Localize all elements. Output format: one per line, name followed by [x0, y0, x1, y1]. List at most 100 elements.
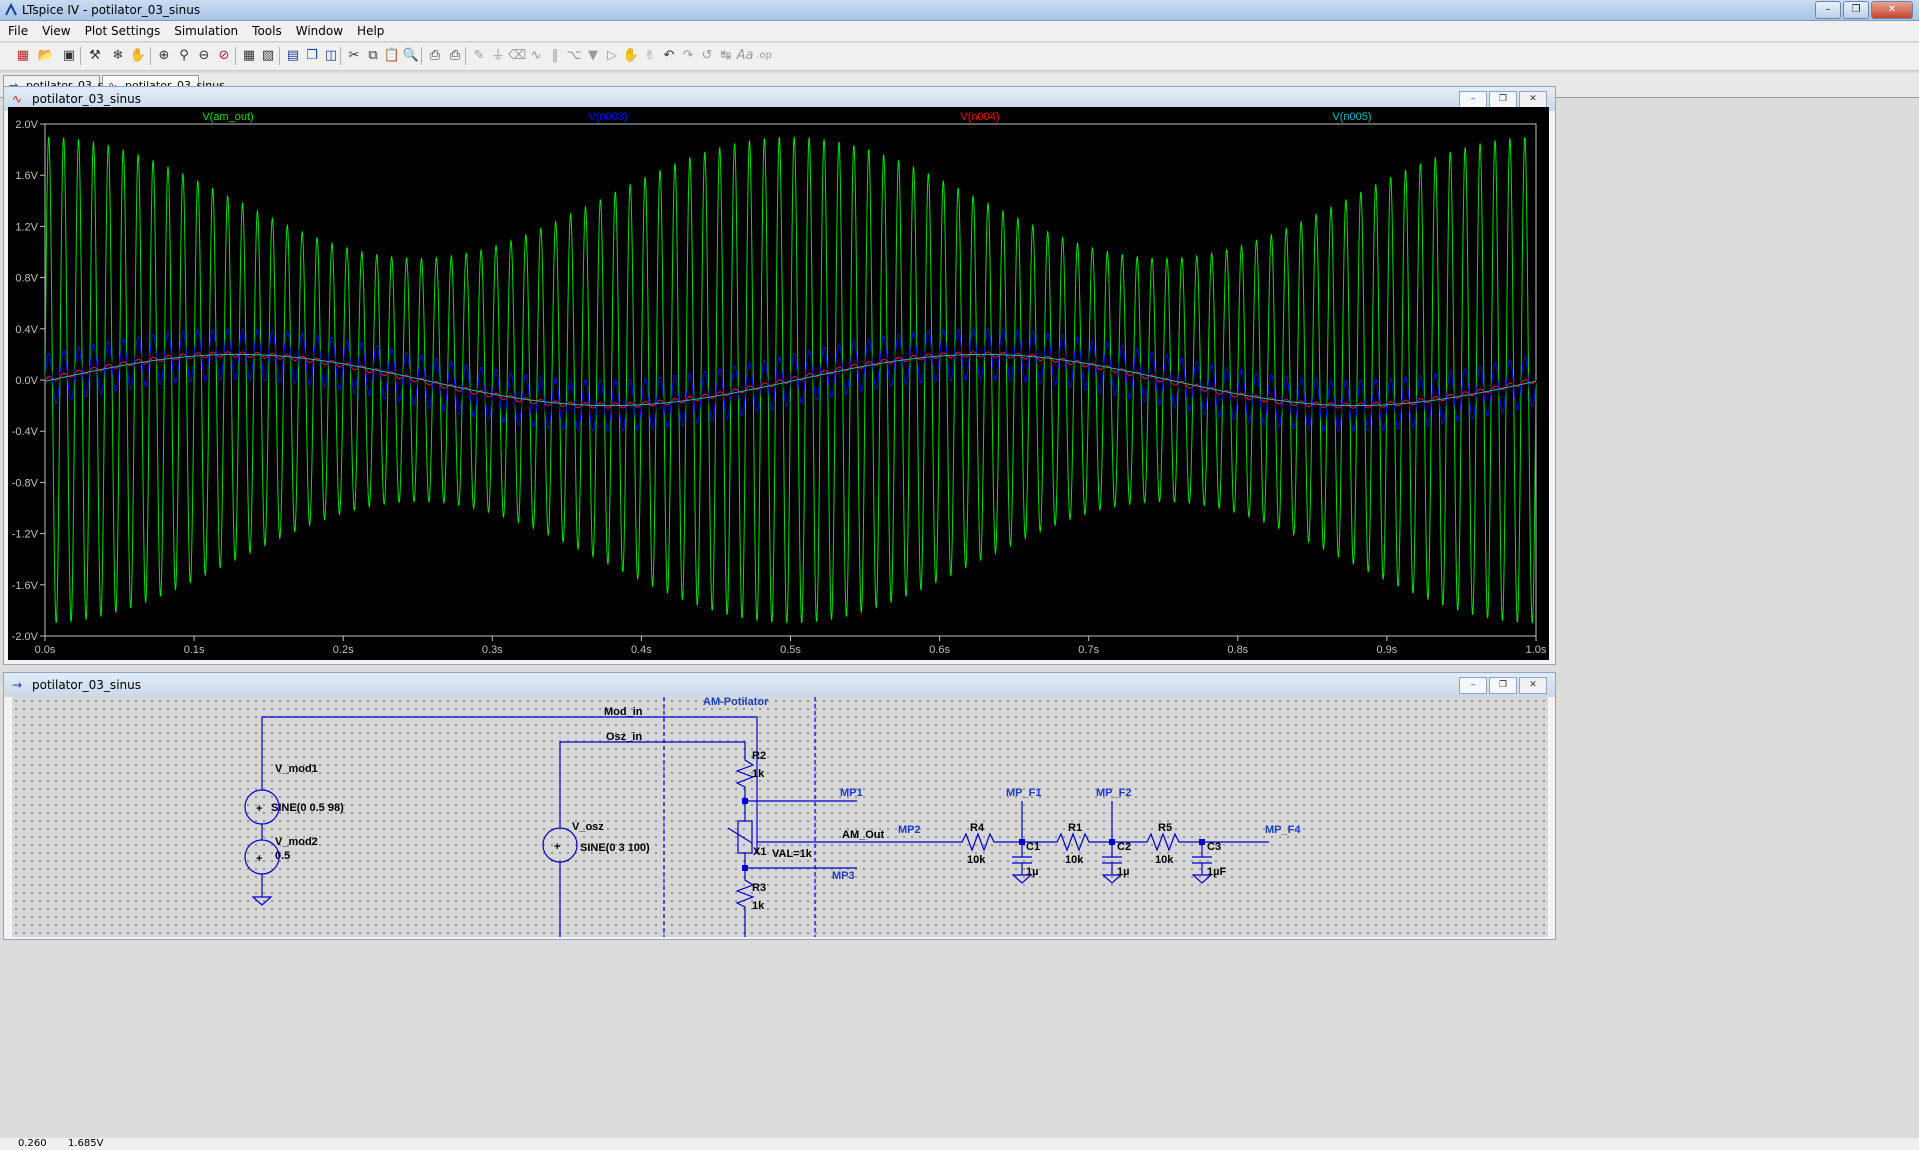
zoom-fit-icon[interactable]: ⊘	[215, 47, 233, 65]
v-mod2-name: V_mod2	[275, 836, 318, 848]
open-icon[interactable]: 📂	[37, 47, 55, 65]
waveform-restore-button[interactable]: ❐	[1489, 91, 1517, 108]
menu-plot-settings[interactable]: Plot Settings	[78, 21, 168, 41]
zoom-area-icon[interactable]: ⚲	[175, 47, 193, 65]
y-tick-label: -1.6V	[12, 580, 39, 592]
y-tick-label: 2.0V	[15, 119, 38, 131]
y-tick-label: 0.4V	[15, 324, 38, 336]
halt-icon[interactable]: ✋	[129, 47, 147, 65]
label-mp-f1[interactable]: MP_F1	[1006, 787, 1041, 799]
find-icon[interactable]: 🔍	[402, 47, 420, 65]
label-mod-in: Mod_in	[604, 706, 643, 718]
label-mp-f4[interactable]: MP_F4	[1265, 824, 1301, 836]
c3-name: C3	[1207, 841, 1221, 853]
print-setup-icon[interactable]: ⎙	[426, 47, 444, 65]
y-tick-label: 0.0V	[15, 375, 38, 387]
draw-wire-icon[interactable]: ✎	[470, 47, 488, 65]
save-icon[interactable]: ▣	[60, 47, 78, 65]
spice-directive-icon[interactable]: .op	[755, 47, 773, 65]
tile-horizontal-icon[interactable]: ▤	[284, 47, 302, 65]
copy-icon[interactable]: ⧉	[364, 47, 382, 65]
cascade-icon[interactable]: ❐	[303, 47, 321, 65]
y-tick-label: -1.2V	[12, 529, 39, 541]
control-panel-icon[interactable]: ⚒	[86, 47, 104, 65]
v-mod1-value: SINE(0 0.5 98)	[271, 802, 344, 814]
r1-name: R1	[1068, 822, 1082, 834]
v-osz-name: V_osz	[572, 821, 604, 833]
label-net-icon[interactable]: ⌫	[508, 47, 526, 65]
print-icon[interactable]: ⎙	[446, 47, 464, 65]
app-title-bar: LTspice IV - potilator_03_sinus – ❐ ✕	[0, 0, 1919, 21]
label-mp1[interactable]: MP1	[840, 787, 863, 799]
y-tick-label: -0.8V	[12, 477, 39, 489]
plot-pane[interactable]: 2.0V 1.6V 1.2V 0.8V 0.4V 0.0V -0.4V -0.8V -1.2V -…	[8, 107, 1549, 660]
minimize-button[interactable]: –	[1815, 1, 1841, 19]
v-osz-plus: +	[554, 841, 560, 853]
y-tick-label: 1.2V	[15, 221, 38, 233]
redo-icon[interactable]: ↷	[679, 47, 697, 65]
x-tick-label: 0.7s	[1078, 644, 1099, 656]
menu-help[interactable]: Help	[350, 21, 391, 41]
label-am-out: AM_Out	[842, 829, 885, 841]
menu-tools[interactable]: Tools	[245, 21, 289, 41]
r1-value: 10k	[1065, 854, 1084, 866]
ground-icon[interactable]: ⏚	[489, 47, 507, 65]
c1-name: C1	[1026, 841, 1040, 853]
tile-vertical-icon[interactable]: ◫	[322, 47, 340, 65]
close-button[interactable]: ✕	[1871, 1, 1913, 19]
zoom-out-icon[interactable]: ⊖	[195, 47, 213, 65]
x-tick-label: 1.0s	[1526, 644, 1547, 656]
component-icon[interactable]: ▷	[603, 47, 621, 65]
cut-icon[interactable]: ✂	[345, 47, 363, 65]
menu-view[interactable]: View	[35, 21, 77, 41]
diode-icon[interactable]: ▼	[584, 47, 602, 65]
label-mp-f2[interactable]: MP_F2	[1096, 787, 1131, 799]
y-tick-label: -2.0V	[12, 631, 39, 643]
status-right: 1.685V	[68, 1138, 104, 1149]
schematic-window-title: potilator_03_sinus	[32, 678, 141, 692]
run-icon[interactable]: ❄	[109, 47, 127, 65]
r3-value: 1k	[752, 900, 765, 912]
legend-entry: V(n005)	[1332, 111, 1371, 123]
r5-value: 10k	[1155, 854, 1174, 866]
menu-file[interactable]: File	[0, 21, 35, 41]
waveform-close-button[interactable]: ✕	[1519, 91, 1547, 108]
schematic-window-title-bar: → potilator_03_sinus – ❐ ✕	[4, 673, 1555, 697]
paste-icon[interactable]: 📋	[383, 47, 401, 65]
undo-icon[interactable]: ↶	[660, 47, 678, 65]
move-icon[interactable]: ✋	[622, 47, 640, 65]
schematic-minimize-button[interactable]: –	[1459, 677, 1487, 694]
schematic-close-button[interactable]: ✕	[1519, 677, 1547, 694]
text-icon[interactable]: Aa	[736, 47, 754, 65]
waveform-plot[interactable]: 2.0V 1.6V 1.2V 0.8V 0.4V 0.0V -0.4V -0.8V -1.2V -…	[8, 107, 1549, 660]
x-tick-label: 0.8s	[1227, 644, 1248, 656]
menu-window[interactable]: Window	[289, 21, 350, 41]
schematic-restore-button[interactable]: ❐	[1489, 677, 1517, 694]
schematic-canvas[interactable]: + + + Mod_in Osz_in V_mod1 SINE(0 0.5 98…	[12, 697, 1548, 937]
r2-name: R2	[752, 750, 766, 762]
menu-simulation[interactable]: Simulation	[167, 21, 245, 41]
resistor-icon[interactable]: ∿	[527, 47, 545, 65]
drag-icon[interactable]: ✌	[641, 47, 659, 65]
x-tick-label: 0.4s	[631, 644, 652, 656]
c1-value: 1µ	[1026, 866, 1038, 878]
rotate-icon[interactable]: ↺	[698, 47, 716, 65]
autorange-icon[interactable]: ▦	[240, 47, 258, 65]
ltspice-app-icon	[4, 2, 18, 17]
zoom-in-icon[interactable]: ⊕	[155, 47, 173, 65]
x-tick-label: 0.2s	[333, 644, 354, 656]
cursor-icon[interactable]: ▧	[259, 47, 277, 65]
capacitor-icon[interactable]: ‖	[546, 47, 564, 65]
y-tick-label: 1.6V	[15, 170, 38, 182]
maximize-button[interactable]: ❐	[1843, 1, 1869, 19]
v-mod1-plus: +	[256, 803, 262, 815]
inductor-icon[interactable]: ⌥	[565, 47, 583, 65]
label-osz-in: Osz_in	[606, 731, 642, 743]
mirror-icon[interactable]: ↹	[717, 47, 735, 65]
label-mp2[interactable]: MP2	[898, 824, 921, 836]
new-schematic-icon[interactable]: ▦	[14, 47, 32, 65]
label-mp3[interactable]: MP3	[832, 870, 855, 882]
waveform-minimize-button[interactable]: –	[1459, 91, 1487, 108]
y-tick-label: -0.4V	[12, 426, 39, 438]
c3-value: 1µF	[1207, 866, 1226, 878]
